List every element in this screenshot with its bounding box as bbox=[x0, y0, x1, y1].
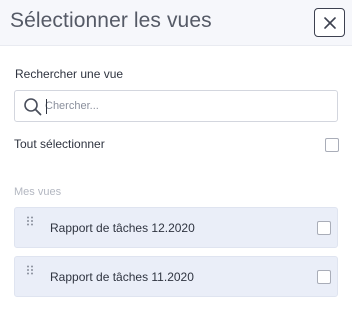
close-button[interactable] bbox=[314, 8, 345, 37]
view-label: Rapport de tâches 12.2020 bbox=[50, 221, 195, 235]
select-all-label: Tout sélectionner bbox=[14, 137, 105, 151]
select-views-panel: Sélectionner les vues Rechercher une vue… bbox=[0, 0, 352, 329]
section-label-my-views: Mes vues bbox=[14, 186, 62, 198]
text-cursor bbox=[46, 99, 47, 114]
search-label: Rechercher une vue bbox=[15, 67, 124, 81]
view-label: Rapport de tâches 11.2020 bbox=[50, 270, 194, 284]
panel-header: Sélectionner les vues bbox=[0, 0, 352, 46]
view-checkbox[interactable] bbox=[317, 221, 331, 235]
drag-handle-icon[interactable] bbox=[26, 265, 34, 275]
search-input[interactable] bbox=[45, 92, 333, 120]
select-all-row[interactable]: Tout sélectionner bbox=[14, 134, 340, 154]
select-all-checkbox[interactable] bbox=[325, 138, 339, 152]
search-icon bbox=[24, 98, 42, 116]
view-checkbox[interactable] bbox=[317, 270, 331, 284]
drag-handle-icon[interactable] bbox=[26, 216, 34, 226]
search-field[interactable] bbox=[14, 90, 338, 122]
close-icon bbox=[323, 16, 336, 29]
panel-title: Sélectionner les vues bbox=[10, 9, 212, 32]
view-item[interactable]: Rapport de tâches 11.2020 bbox=[14, 256, 338, 297]
view-item[interactable]: Rapport de tâches 12.2020 bbox=[14, 207, 338, 248]
